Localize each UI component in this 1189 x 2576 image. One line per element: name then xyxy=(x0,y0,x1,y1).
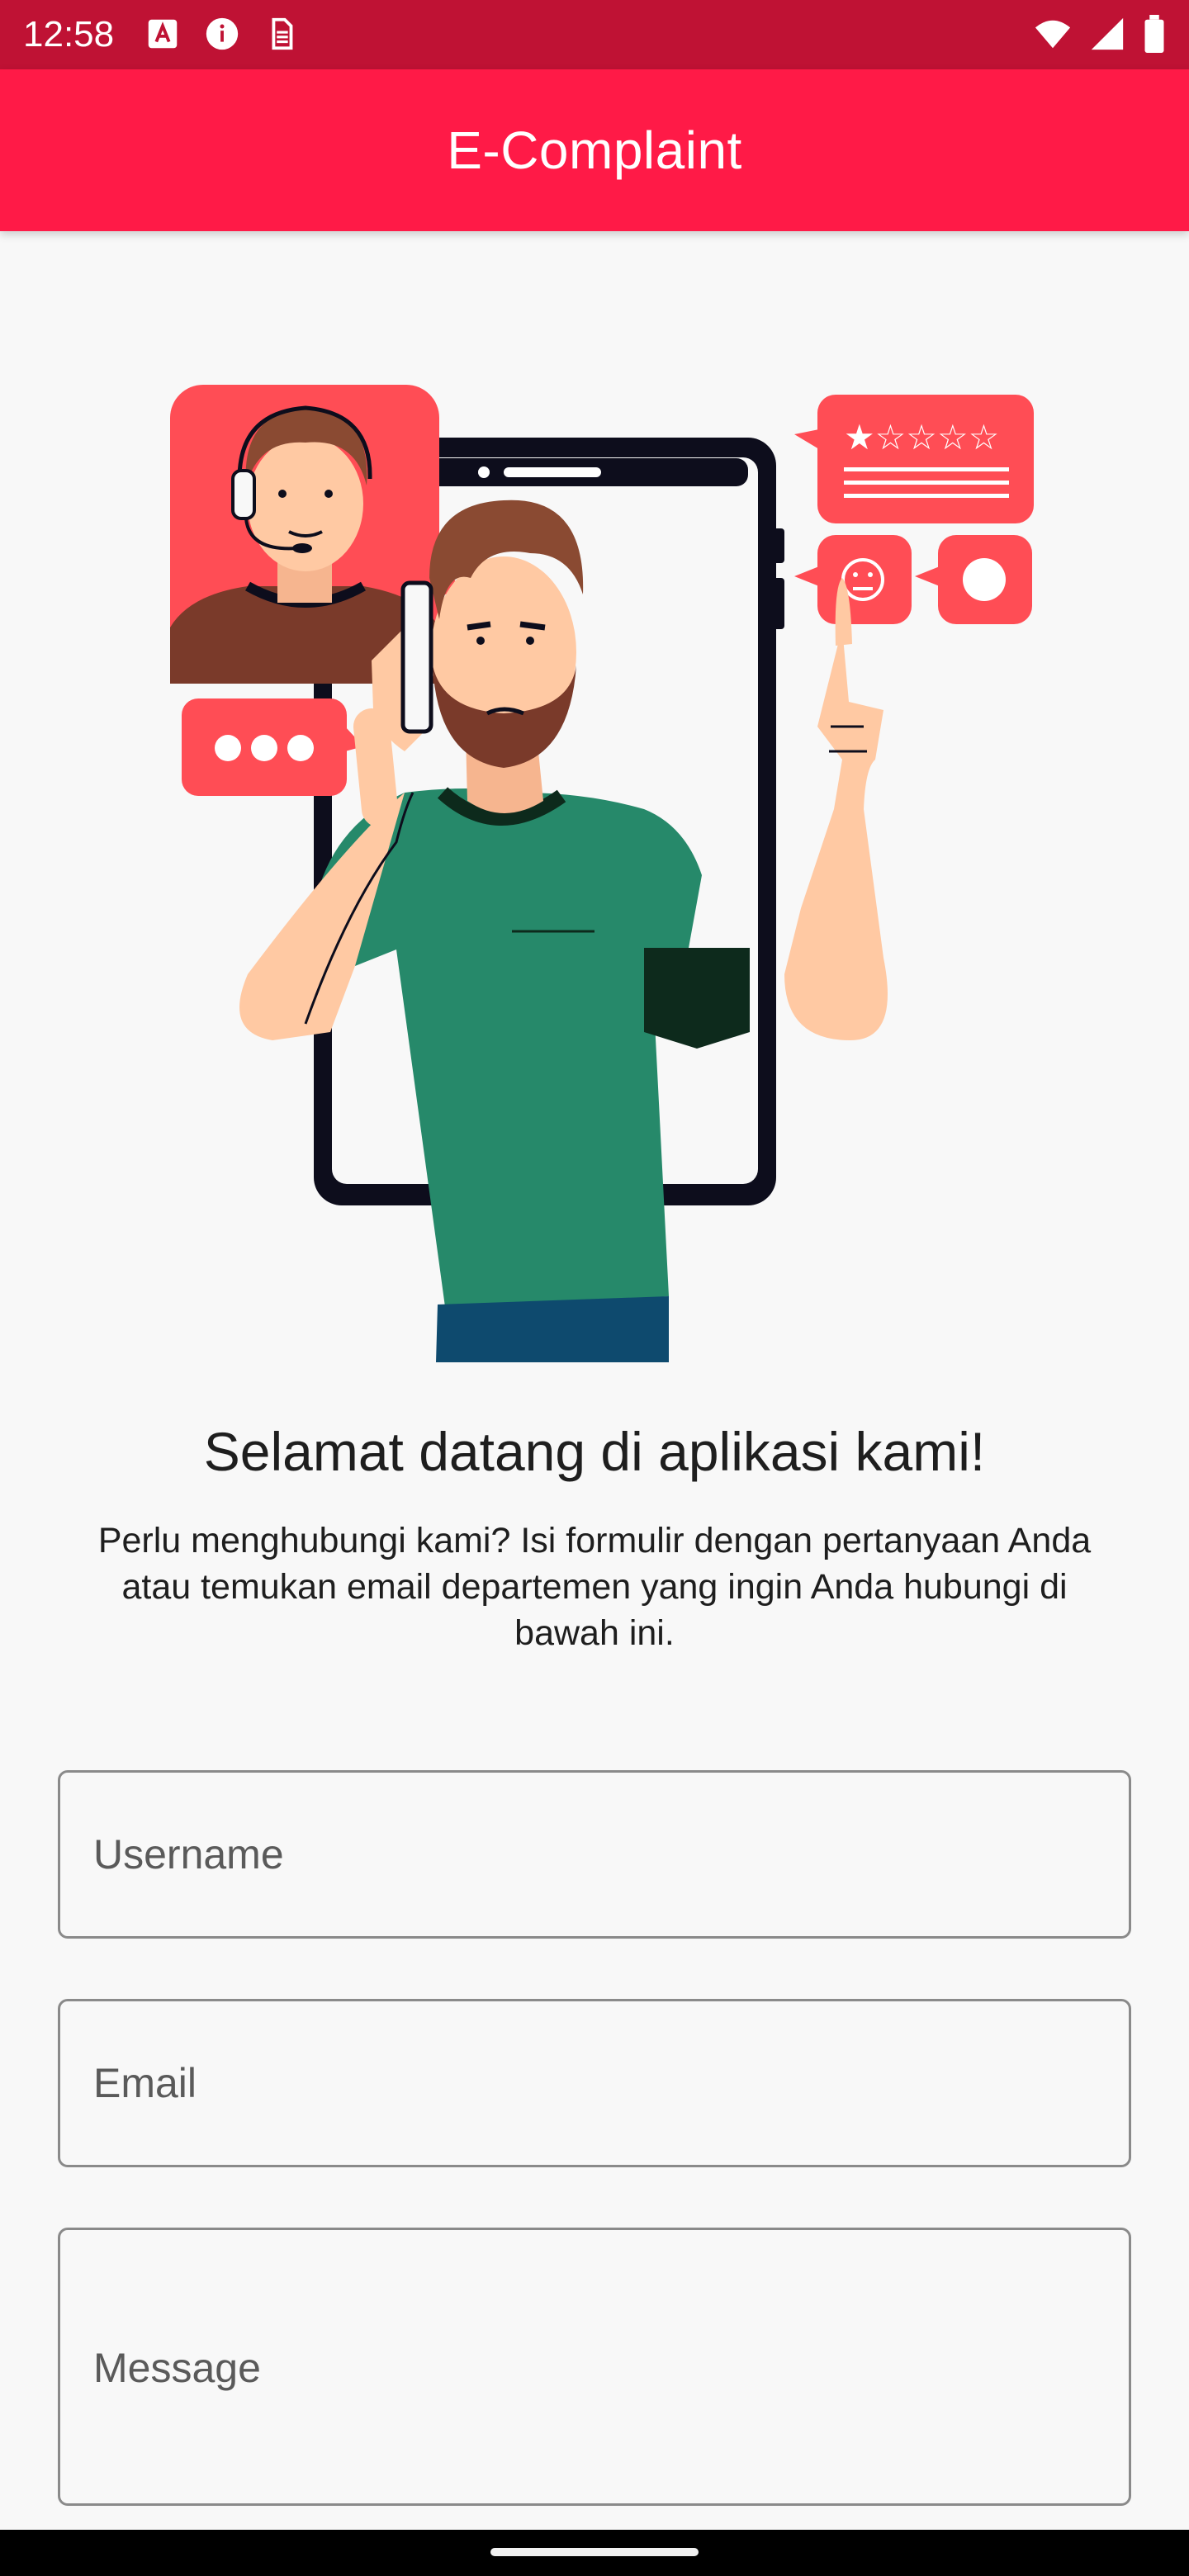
message-field-container xyxy=(58,2228,1131,2506)
info-icon xyxy=(206,17,239,50)
customer-support-illustration: ★☆☆☆☆ xyxy=(170,385,1034,1362)
navigation-bar xyxy=(0,2530,1189,2576)
username-input[interactable] xyxy=(60,1773,1129,1936)
welcome-title: Selamat datang di aplikasi kami! xyxy=(203,1421,986,1482)
svg-text:★☆☆☆☆: ★☆☆☆☆ xyxy=(844,417,999,457)
wifi-icon xyxy=(1035,20,1071,49)
email-input[interactable] xyxy=(60,2001,1129,2165)
home-gesture-handle[interactable] xyxy=(490,2548,699,2556)
app-title: E-Complaint xyxy=(447,121,742,180)
signal-icon xyxy=(1091,17,1124,50)
status-bar: 12:58 xyxy=(0,0,1189,69)
welcome-description: Perlu menghubungi kami? Isi formulir den… xyxy=(97,1521,1092,1653)
username-field-container xyxy=(58,1770,1131,1939)
app-bar: E-Complaint xyxy=(0,69,1189,231)
email-field-container xyxy=(58,1999,1131,2167)
sim-icon xyxy=(272,17,293,50)
battery-icon xyxy=(1144,15,1164,53)
status-time: 12:58 xyxy=(23,14,115,54)
message-input[interactable] xyxy=(60,2230,1129,2503)
text-format-icon xyxy=(148,19,178,49)
